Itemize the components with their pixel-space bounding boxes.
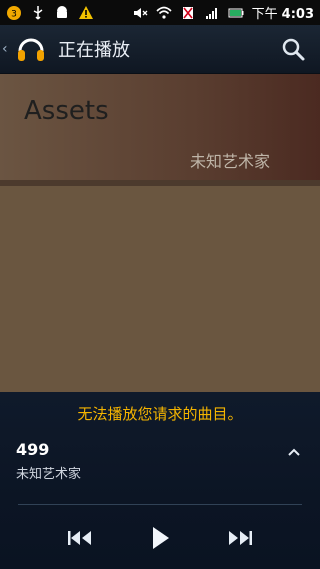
track-artist: 未知艺术家 bbox=[16, 467, 82, 482]
battery-icon bbox=[228, 5, 244, 21]
notification-count: 3 bbox=[11, 9, 17, 19]
back-chevron-icon[interactable]: ‹ bbox=[2, 41, 12, 57]
headphones-icon[interactable] bbox=[14, 32, 48, 66]
album-title: Assets bbox=[24, 96, 109, 126]
expand-chevron-up-icon[interactable] bbox=[286, 444, 302, 460]
seek-divider bbox=[18, 504, 302, 505]
notification-badge: 3 bbox=[6, 5, 22, 21]
previous-track-button[interactable] bbox=[66, 524, 94, 552]
play-icon bbox=[153, 527, 169, 549]
page-title: 正在播放 bbox=[58, 40, 130, 61]
track-title: 499 bbox=[16, 440, 50, 459]
error-message: 无法播放您请求的曲目。 bbox=[77, 405, 243, 423]
usb-icon bbox=[30, 5, 46, 21]
next-icon bbox=[229, 531, 252, 545]
signal-icon bbox=[204, 5, 220, 21]
time-value: 4:03 bbox=[281, 7, 314, 22]
no-sim-icon bbox=[180, 5, 196, 21]
android-icon bbox=[54, 5, 70, 21]
next-track-button[interactable] bbox=[226, 524, 254, 552]
album-artist: 未知艺术家 bbox=[189, 152, 270, 171]
action-bar: ‹ 正在播放 bbox=[0, 25, 320, 74]
clock: 下午 4:03 bbox=[252, 3, 314, 22]
album-art bbox=[0, 186, 320, 392]
play-button[interactable] bbox=[146, 524, 174, 552]
playback-controls bbox=[0, 520, 320, 556]
search-icon[interactable] bbox=[280, 36, 306, 62]
time-prefix: 下午 bbox=[251, 7, 278, 22]
warning-icon bbox=[78, 5, 94, 21]
wifi-icon bbox=[156, 5, 172, 21]
album-art-header bbox=[0, 74, 320, 180]
status-bar: 3 下午 4:03 bbox=[0, 0, 320, 25]
mute-icon bbox=[132, 5, 148, 21]
previous-icon bbox=[68, 531, 91, 545]
